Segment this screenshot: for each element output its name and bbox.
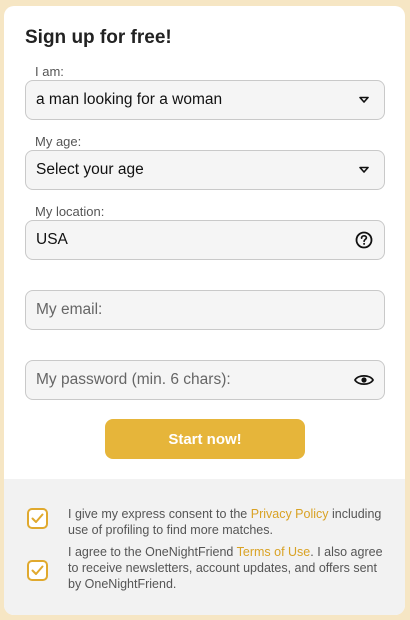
location-input[interactable]: USA	[25, 220, 385, 260]
privacy-consent-text: I give my express consent to the Privacy…	[68, 506, 393, 538]
iam-label: I am:	[35, 64, 64, 79]
start-now-button[interactable]: Start now!	[105, 419, 305, 459]
location-input-value: USA	[36, 231, 68, 248]
checkmark-icon	[31, 513, 44, 523]
eye-icon[interactable]	[354, 370, 374, 390]
email-placeholder: My email:	[36, 301, 103, 318]
privacy-consent-checkbox[interactable]	[27, 508, 48, 529]
terms-consent-checkbox[interactable]	[27, 560, 48, 581]
help-icon[interactable]	[354, 230, 374, 250]
chevron-down-icon	[354, 90, 374, 110]
email-field[interactable]: My email:	[25, 290, 385, 330]
password-placeholder: My password (min. 6 chars):	[36, 371, 231, 388]
consent-section: I give my express consent to the Privacy…	[4, 479, 405, 615]
age-select-value: Select your age	[36, 161, 144, 178]
iam-select[interactable]: a man looking for a woman	[25, 80, 385, 120]
privacy-policy-link[interactable]: Privacy Policy	[251, 507, 329, 521]
terms-of-use-link[interactable]: Terms of Use	[237, 545, 311, 559]
checkmark-icon	[31, 565, 44, 575]
form-title: Sign up for free!	[25, 27, 172, 48]
chevron-down-icon	[354, 160, 374, 180]
terms-consent-text-before: I agree to the OneNightFriend	[68, 545, 237, 559]
privacy-consent-text-before: I give my express consent to the	[68, 507, 251, 521]
iam-select-value: a man looking for a woman	[36, 91, 223, 108]
password-field[interactable]: My password (min. 6 chars):	[25, 360, 385, 400]
age-label: My age:	[35, 134, 82, 149]
signup-card: Sign up for free! I am: a man looking fo…	[4, 6, 405, 615]
terms-consent-text: I agree to the OneNightFriend Terms of U…	[68, 544, 393, 592]
age-select[interactable]: Select your age	[25, 150, 385, 190]
location-label: My location:	[35, 204, 105, 219]
